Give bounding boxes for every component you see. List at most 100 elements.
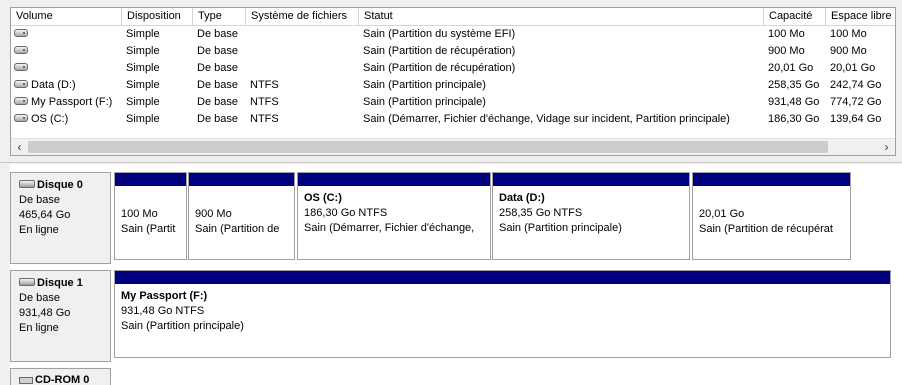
disk-info-1[interactable]: Disque 1 De base 931,48 Go En ligne — [10, 270, 111, 362]
scroll-left-icon[interactable]: ‹ — [11, 139, 28, 155]
volume-type: De base — [197, 28, 238, 40]
partition-size: 20,01 Go — [699, 208, 745, 220]
volume-free-space: 774,72 Go — [830, 96, 882, 108]
disk-size: 931,48 Go — [19, 307, 71, 319]
scroll-thumb[interactable] — [28, 141, 828, 153]
volume-status: Sain (Partition de récupération) — [363, 45, 516, 57]
volume-capacity: 100 Mo — [768, 28, 805, 40]
column-header-capacity[interactable]: Capacité — [764, 8, 826, 25]
table-row[interactable]: Simple De base Sain (Partition de récupé… — [11, 60, 895, 77]
volume-capacity: 931,48 Go — [768, 96, 820, 108]
partition-bar — [493, 173, 689, 186]
disk-row-cdrom: CD-ROM 0 — [10, 368, 902, 385]
volume-icon — [14, 29, 28, 38]
partition-title: OS (C:) — [304, 192, 342, 204]
partition-efi[interactable]: 100 Mo Sain (Partit — [114, 172, 187, 260]
volume-name: Data (D:) — [31, 79, 76, 91]
disk-icon — [19, 180, 35, 189]
volume-status: Sain (Partition du système EFI) — [363, 28, 516, 40]
partition-bar — [298, 173, 490, 186]
partition-bar — [115, 173, 186, 186]
cdrom-name: CD-ROM 0 — [35, 374, 90, 385]
column-header-status[interactable]: Statut — [359, 8, 764, 25]
volume-filesystem — [246, 43, 359, 60]
volume-type: De base — [197, 45, 238, 57]
volume-free-space: 100 Mo — [830, 28, 867, 40]
column-header-filesystem[interactable]: Système de fichiers — [246, 8, 359, 25]
disk-name: Disque 0 — [37, 179, 83, 191]
table-row[interactable]: Data (D:) Simple De base NTFS Sain (Part… — [11, 77, 895, 94]
volume-name: My Passport (F:) — [31, 96, 113, 108]
column-header-type[interactable]: Type — [193, 8, 246, 25]
volume-layout: Simple — [126, 62, 160, 74]
column-header-disposition[interactable]: Disposition — [122, 8, 193, 25]
volume-icon — [14, 63, 28, 72]
disk-state: En ligne — [19, 224, 59, 236]
volume-free-space: 139,64 Go — [830, 113, 882, 125]
volume-capacity: 900 Mo — [768, 45, 805, 57]
partition-recovery-1[interactable]: 900 Mo Sain (Partition de — [188, 172, 295, 260]
partition-title: My Passport (F:) — [121, 290, 208, 302]
table-row[interactable]: Simple De base Sain (Partition du systèm… — [11, 26, 895, 43]
volume-capacity: 258,35 Go — [768, 79, 820, 91]
volume-free-space: 242,74 Go — [830, 79, 882, 91]
partition-title: Data (D:) — [499, 192, 545, 204]
volume-status: Sain (Partition de récupération) — [363, 62, 516, 74]
column-header-free-space[interactable]: Espace libre — [826, 8, 895, 25]
partition-status: Sain (Partition de — [195, 223, 280, 235]
column-header-volume[interactable]: Volume — [11, 8, 122, 25]
partition-status: Sain (Partition principale) — [121, 320, 244, 332]
cdrom-icon — [19, 376, 33, 384]
horizontal-scrollbar[interactable]: ‹ › — [11, 138, 895, 155]
volume-layout: Simple — [126, 45, 160, 57]
scroll-right-icon[interactable]: › — [878, 139, 895, 155]
volume-layout: Simple — [126, 28, 160, 40]
volume-type: De base — [197, 113, 238, 125]
disk-row-0: Disque 0 De base 465,64 Go En ligne 100 … — [10, 172, 902, 264]
partition-bar — [115, 271, 890, 284]
partition-status: Sain (Partit — [121, 223, 176, 235]
disk-icon — [19, 278, 35, 287]
volume-status: Sain (Partition principale) — [363, 79, 486, 91]
disk-row-1: Disque 1 De base 931,48 Go En ligne My P… — [10, 270, 902, 362]
disk-type: De base — [19, 194, 60, 206]
volume-icon — [14, 80, 28, 89]
partition-bar — [189, 173, 294, 186]
partition-recovery-2[interactable]: 20,01 Go Sain (Partition de récupérat — [692, 172, 851, 260]
partition-os-c[interactable]: OS (C:) 186,30 Go NTFS Sain (Démarrer, F… — [297, 172, 491, 260]
table-row[interactable]: My Passport (F:) Simple De base NTFS Sai… — [11, 94, 895, 111]
volume-filesystem — [246, 26, 359, 43]
partition-status: Sain (Partition principale) — [499, 222, 622, 234]
partition-my-passport-f[interactable]: My Passport (F:) 931,48 Go NTFS Sain (Pa… — [114, 270, 891, 358]
volume-capacity: 20,01 Go — [768, 62, 814, 74]
table-row[interactable]: Simple De base Sain (Partition de récupé… — [11, 43, 895, 60]
disk-name: Disque 1 — [37, 277, 83, 289]
partition-size: 258,35 Go NTFS — [499, 207, 583, 219]
column-header-row: Volume Disposition Type Système de fichi… — [11, 8, 895, 26]
partition-data-d[interactable]: Data (D:) 258,35 Go NTFS Sain (Partition… — [492, 172, 690, 260]
partition-size: 931,48 Go NTFS — [121, 305, 205, 317]
partition-size: 100 Mo — [121, 208, 158, 220]
disk-info-0[interactable]: Disque 0 De base 465,64 Go En ligne — [10, 172, 111, 264]
volume-filesystem: NTFS — [250, 96, 279, 108]
volume-icon — [14, 114, 28, 123]
volume-layout: Simple — [126, 113, 160, 125]
volume-icon — [14, 46, 28, 55]
volume-status: Sain (Partition principale) — [363, 96, 486, 108]
disk-state: En ligne — [19, 322, 59, 334]
volume-free-space: 20,01 Go — [830, 62, 876, 74]
partition-status: Sain (Partition de récupérat — [699, 223, 833, 235]
volume-icon — [14, 97, 28, 106]
partition-size: 900 Mo — [195, 208, 232, 220]
volume-name: OS (C:) — [31, 113, 69, 125]
disk-size: 465,64 Go — [19, 209, 71, 221]
partition-status: Sain (Démarrer, Fichier d'échange, — [304, 222, 475, 234]
table-row[interactable]: OS (C:) Simple De base NTFS Sain (Démarr… — [11, 111, 895, 128]
volume-type: De base — [197, 96, 238, 108]
volume-type: De base — [197, 79, 238, 91]
volume-filesystem — [246, 60, 359, 77]
volume-type: De base — [197, 62, 238, 74]
cdrom-info[interactable]: CD-ROM 0 — [10, 368, 111, 385]
pane-splitter[interactable] — [0, 158, 902, 163]
volume-list[interactable]: Volume Disposition Type Système de fichi… — [10, 7, 896, 156]
